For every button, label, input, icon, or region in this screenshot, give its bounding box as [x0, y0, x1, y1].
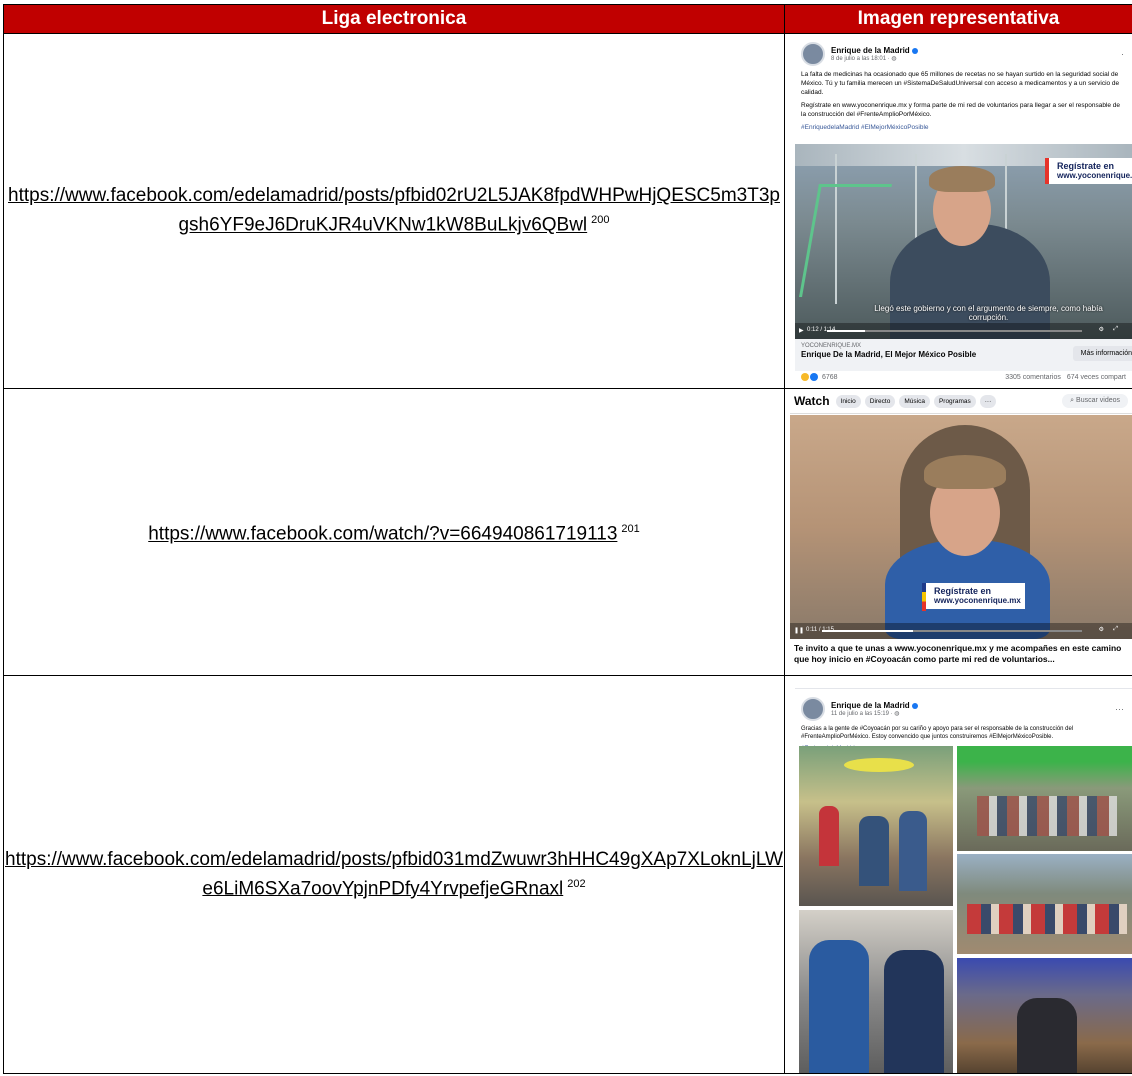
register-banner-2: Regístrate en www.yoconenrique.mx	[926, 583, 1025, 609]
share-count[interactable]: 674 veces compart	[1067, 374, 1126, 381]
facebook-post-screenshot-3: Enrique de la Madrid 11 de julio a las 1…	[795, 676, 1132, 1073]
facebook-watch-screenshot: Watch Inicio Directo Música Programas ··…	[790, 389, 1132, 675]
watch-navbar: Watch Inicio Directo Música Programas ··…	[790, 390, 1132, 414]
fullscreen-icon[interactable]: ⤢	[1113, 626, 1118, 633]
link-cell-3: https://www.facebook.com/edelamadrid/pos…	[3, 675, 785, 1074]
evidence-table: Liga electronica Imagen representativa h…	[3, 4, 1132, 1074]
avatar	[801, 42, 825, 66]
verified-icon	[911, 702, 918, 709]
globe-icon: ◍	[894, 711, 900, 717]
footnote-ref-202: 202	[567, 877, 586, 890]
post3-author: Enrique de la Madrid	[831, 701, 910, 710]
pill-programas[interactable]: Programas	[933, 394, 976, 408]
reactions-bar: 6768 3305 comentarios 674 veces compart	[795, 373, 1132, 381]
globe-icon: ◍	[891, 56, 897, 62]
haha-icon	[801, 373, 809, 381]
search-videos-input[interactable]: ⌕ Buscar videos	[1062, 394, 1128, 408]
photo-collage	[799, 746, 1132, 1073]
register-text2-line1: Regístrate en	[934, 586, 992, 596]
post3-text: Gracias a la gente de #Coyoacán por su c…	[801, 726, 1074, 740]
video-controls-2[interactable]: ❚❚ 0:11 / 1:15 ⚙ ⤢	[790, 623, 1132, 639]
action-bar-remnant	[795, 677, 1132, 689]
photo-3	[957, 854, 1132, 954]
avatar	[801, 697, 825, 721]
link-preview[interactable]: YOCONENRIQUE.MX Enrique De la Madrid, El…	[795, 339, 1132, 371]
image-cell-2: Watch Inicio Directo Música Programas ··…	[784, 388, 1132, 676]
post-text-2: Regístrate en www.yoconenrique.mx y form…	[801, 102, 1121, 118]
post-date: 8 de julio a las 18:01 ·	[831, 56, 892, 62]
pill-musica[interactable]: Música	[899, 394, 930, 408]
facebook-post-link-1[interactable]: https://www.facebook.com/edelamadrid/pos…	[8, 185, 780, 235]
facebook-post-screenshot-1: Enrique de la Madrid 8 de julio a las 18…	[795, 34, 1132, 388]
image-cell-1: Enrique de la Madrid 8 de julio a las 18…	[784, 33, 1132, 389]
facebook-watch-link[interactable]: https://www.facebook.com/watch/?v=664940…	[148, 524, 617, 545]
watch-title: Watch	[794, 394, 830, 408]
video-caption: Llegó este gobierno y con el argumento d…	[874, 304, 1103, 322]
more-info-button[interactable]: Más información	[1072, 346, 1132, 361]
pill-directo[interactable]: Directo	[864, 394, 896, 408]
watch-caption: Te invito a que te unas a www.yoconenriq…	[794, 643, 1122, 664]
play-icon[interactable]: ▶	[799, 327, 804, 334]
search-placeholder: Buscar videos	[1076, 397, 1120, 404]
photo-1	[799, 746, 953, 906]
pill-more[interactable]: ···	[979, 394, 997, 408]
settings-icon[interactable]: ⚙	[1099, 326, 1104, 333]
footnote-ref-200: 200	[591, 214, 610, 227]
settings-icon[interactable]: ⚙	[1099, 626, 1104, 633]
more-options-icon: ·	[1121, 49, 1124, 59]
video-controls[interactable]: ▶ 0:12 / 1:14 ⚙ ⤢	[795, 323, 1132, 339]
footnote-ref-201: 201	[621, 523, 640, 536]
video-thumbnail-2: Regístrate en www.yoconenrique.mx ❚❚ 0:1…	[790, 415, 1132, 639]
verified-icon	[911, 47, 918, 54]
post3-date: 11 de julio a las 15:19 ·	[831, 711, 895, 717]
header-image: Imagen representativa	[784, 4, 1132, 34]
register-text-line2: www.yoconenrique.	[1057, 171, 1132, 180]
link-cell-2: https://www.facebook.com/watch/?v=664940…	[3, 388, 785, 676]
register-text2-line2: www.yoconenrique.mx	[934, 596, 1021, 605]
fullscreen-icon[interactable]: ⤢	[1113, 326, 1118, 333]
pill-inicio[interactable]: Inicio	[835, 394, 861, 408]
pause-icon[interactable]: ❚❚	[794, 627, 804, 634]
photo-2	[957, 746, 1132, 851]
post-author: Enrique de la Madrid	[831, 46, 910, 55]
image-cell-3: Enrique de la Madrid 11 de julio a las 1…	[784, 675, 1132, 1074]
green-staircase	[799, 184, 892, 297]
photo-4	[799, 910, 953, 1073]
header-link: Liga electronica	[3, 4, 785, 34]
video-thumbnail-1: Regístrate en www.yoconenrique. Llegó es…	[795, 144, 1132, 354]
comment-count[interactable]: 3305 comentarios	[1005, 374, 1061, 381]
post-hashtags: #EnriquedelaMadrid #ElMejorMéxicoPosible	[801, 124, 929, 131]
reaction-count: 6768	[822, 373, 838, 381]
more-options-icon[interactable]: ···	[1115, 704, 1124, 714]
link-cell-1: https://www.facebook.com/edelamadrid/pos…	[3, 33, 785, 389]
register-text-line1: Regístrate en	[1057, 161, 1115, 171]
post-text-1: La falta de medicinas ha ocasionado que …	[801, 71, 1120, 96]
register-banner: Regístrate en www.yoconenrique.	[1045, 158, 1132, 184]
facebook-post-link-3[interactable]: https://www.facebook.com/edelamadrid/pos…	[5, 849, 783, 899]
photo-5	[957, 958, 1132, 1073]
like-icon	[810, 373, 818, 381]
